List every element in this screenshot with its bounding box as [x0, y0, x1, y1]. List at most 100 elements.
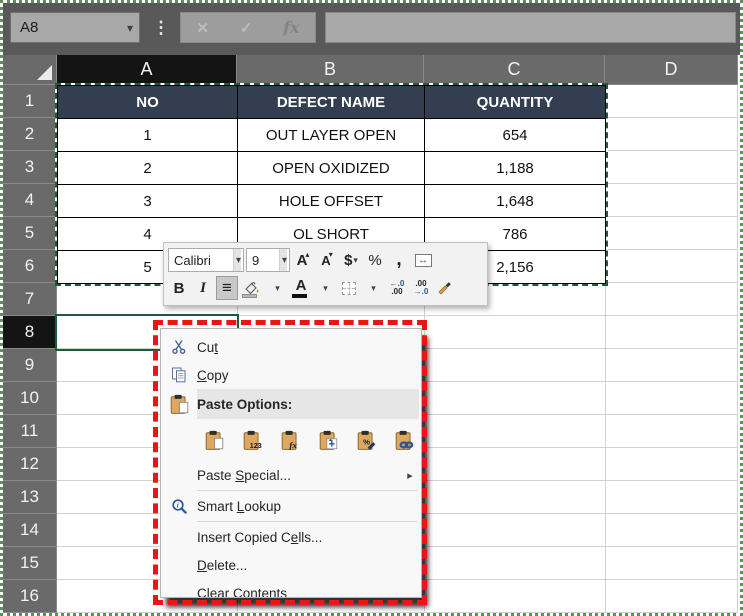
column-header-D[interactable]: D: [605, 55, 738, 85]
menu-item-paste-options[interactable]: Paste Options:: [161, 389, 421, 419]
column-header-B[interactable]: B: [237, 55, 424, 85]
table-cell-defect[interactable]: OUT LAYER OPEN: [238, 119, 425, 152]
percent-style-button[interactable]: %: [364, 248, 386, 272]
row-header-6[interactable]: 6: [3, 250, 57, 283]
cell-C12[interactable]: [424, 448, 605, 481]
cell-D14[interactable]: [605, 514, 738, 547]
format-painter-button[interactable]: [434, 276, 456, 300]
cell-C11[interactable]: [424, 415, 605, 448]
select-all-button[interactable]: [3, 55, 57, 85]
enter-icon[interactable]: ✓: [240, 19, 253, 37]
font-color-button[interactable]: A: [290, 276, 312, 300]
more-options-icon[interactable]: ⋮: [153, 12, 169, 43]
cell-D3[interactable]: [605, 151, 738, 184]
merge-center-button[interactable]: ↔: [412, 248, 434, 272]
cell-D13[interactable]: [605, 481, 738, 514]
row-header-8[interactable]: 8: [3, 316, 57, 349]
row-header-12[interactable]: 12: [3, 448, 57, 481]
cell-D12[interactable]: [605, 448, 738, 481]
chevron-down-icon[interactable]: ▾: [279, 249, 287, 271]
chevron-down-icon[interactable]: ▾: [127, 21, 133, 35]
menu-item-smart-lookup[interactable]: iSmart Lookup: [161, 492, 421, 520]
table-header-cell[interactable]: NO: [58, 86, 238, 119]
cell-C8[interactable]: [424, 316, 605, 349]
row-header-4[interactable]: 4: [3, 184, 57, 217]
cell-D16[interactable]: [605, 580, 738, 613]
table-cell-qty[interactable]: 654: [425, 119, 606, 152]
font-size-select[interactable]: 9 ▾: [246, 248, 290, 272]
chevron-down-icon[interactable]: ▾: [233, 249, 241, 271]
accounting-format-button[interactable]: $ ▾: [340, 248, 362, 272]
menu-item-paste-special[interactable]: Paste Special...▸: [161, 461, 421, 489]
cancel-icon[interactable]: ✕: [196, 19, 209, 37]
cell-D15[interactable]: [605, 547, 738, 580]
cell-D10[interactable]: [605, 382, 738, 415]
menu-item-delete[interactable]: Delete...: [161, 551, 421, 579]
row-header-11[interactable]: 11: [3, 415, 57, 448]
increase-decimal-button[interactable]: ←.0 .00: [386, 276, 408, 300]
cell-D7[interactable]: [605, 283, 738, 316]
cell-C13[interactable]: [424, 481, 605, 514]
cell-C9[interactable]: [424, 349, 605, 382]
table-cell-qty[interactable]: 1,188: [425, 152, 606, 185]
column-header-A[interactable]: A: [57, 55, 237, 85]
paste-button[interactable]: [201, 426, 227, 454]
paste-values-button[interactable]: 123: [239, 426, 265, 454]
row-header-2[interactable]: 2: [3, 118, 57, 151]
table-cell-no[interactable]: 3: [58, 185, 238, 218]
cell-D4[interactable]: [605, 184, 738, 217]
paste-link-button[interactable]: [391, 426, 417, 454]
table-cell-defect[interactable]: OPEN OXIDIZED: [238, 152, 425, 185]
italic-button[interactable]: I: [192, 276, 214, 300]
borders-dropdown[interactable]: ▾: [362, 276, 384, 300]
row-header-13[interactable]: 13: [3, 481, 57, 514]
menu-item-copy[interactable]: Copy: [161, 361, 421, 389]
menu-item-cut[interactable]: Cut: [161, 333, 421, 361]
cell-D1[interactable]: [605, 85, 738, 118]
cell-C15[interactable]: [424, 547, 605, 580]
decrease-decimal-button[interactable]: .00 →.0: [410, 276, 432, 300]
row-header-14[interactable]: 14: [3, 514, 57, 547]
fill-color-button[interactable]: [240, 276, 264, 300]
borders-button[interactable]: [338, 276, 360, 300]
table-cell-defect[interactable]: HOLE OFFSET: [238, 185, 425, 218]
table-cell-qty[interactable]: 1,648: [425, 185, 606, 218]
table-header-cell[interactable]: DEFECT NAME: [238, 86, 425, 119]
row-header-7[interactable]: 7: [3, 283, 57, 316]
row-header-10[interactable]: 10: [3, 382, 57, 415]
column-header-C[interactable]: C: [424, 55, 605, 85]
name-box[interactable]: A8 ▾: [10, 12, 140, 43]
row-header-15[interactable]: 15: [3, 547, 57, 580]
row-header-5[interactable]: 5: [3, 217, 57, 250]
fill-color-dropdown[interactable]: ▾: [266, 276, 288, 300]
bold-button[interactable]: B: [168, 276, 190, 300]
cell-C14[interactable]: [424, 514, 605, 547]
cell-C10[interactable]: [424, 382, 605, 415]
font-color-dropdown[interactable]: ▾: [314, 276, 336, 300]
cell-D5[interactable]: [605, 217, 738, 250]
table-header-cell[interactable]: QUANTITY: [425, 86, 606, 119]
cell-D11[interactable]: [605, 415, 738, 448]
font-name-select[interactable]: Calibri ▾: [168, 248, 244, 272]
cell-C16[interactable]: [424, 580, 605, 613]
table-cell-no[interactable]: 1: [58, 119, 238, 152]
formula-bar-input[interactable]: [325, 12, 736, 43]
cell-D8[interactable]: [605, 316, 738, 349]
row-header-16[interactable]: 16: [3, 580, 57, 613]
menu-item-insert-copied-cells[interactable]: Insert Copied Cells...: [161, 523, 421, 551]
menu-item-clear-contents[interactable]: Clear Contents: [161, 579, 421, 598]
comma-style-button[interactable]: ,: [388, 248, 410, 272]
row-header-3[interactable]: 3: [3, 151, 57, 184]
paste-formatting-button[interactable]: %: [353, 426, 379, 454]
cell-D2[interactable]: [605, 118, 738, 151]
center-align-button[interactable]: ≡: [216, 276, 238, 300]
decrease-font-size-button[interactable]: A ▾: [316, 248, 338, 272]
increase-font-size-button[interactable]: A ▴: [292, 248, 314, 272]
row-header-1[interactable]: 1: [3, 85, 57, 118]
paste-transpose-button[interactable]: [315, 426, 341, 454]
insert-function-icon[interactable]: fx: [283, 18, 299, 37]
table-cell-no[interactable]: 2: [58, 152, 238, 185]
cell-D6[interactable]: [605, 250, 738, 283]
cell-D9[interactable]: [605, 349, 738, 382]
row-header-9[interactable]: 9: [3, 349, 57, 382]
